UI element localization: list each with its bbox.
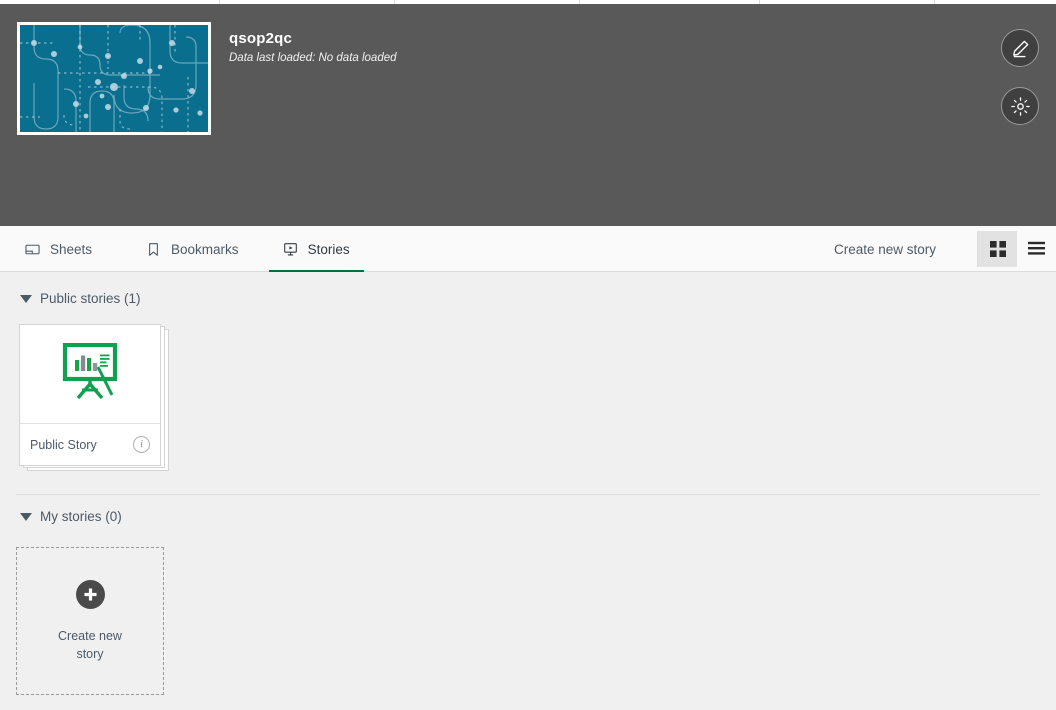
- section-public-stories[interactable]: Public stories (1): [20, 291, 141, 306]
- grid-view-button[interactable]: [978, 231, 1017, 267]
- chevron-down-icon: [20, 512, 32, 521]
- section-my-stories-label: My stories (0): [40, 509, 122, 524]
- story-card-footer: Public Story i: [20, 424, 160, 465]
- tab-bookmarks-label: Bookmarks: [171, 241, 239, 257]
- app-toolbar: Sheets Bookmarks Stories Create new stor…: [0, 226, 1056, 273]
- tab-sheets[interactable]: Sheets: [24, 226, 92, 272]
- tab-stories-label: Stories: [307, 241, 350, 257]
- story-card[interactable]: Public Story i: [19, 324, 161, 466]
- edit-app-button[interactable]: [1001, 29, 1039, 67]
- app-settings-button[interactable]: [1001, 87, 1039, 125]
- app-title: qsop2qc: [229, 30, 293, 47]
- grid-view-icon: [989, 241, 1006, 257]
- app-thumbnail-pattern: [20, 25, 208, 132]
- app-thumbnail: [17, 22, 211, 135]
- sheet-icon: [24, 241, 41, 258]
- section-public-stories-label: Public stories (1): [40, 291, 141, 306]
- list-view-icon: [1028, 241, 1045, 257]
- view-mode-toggle: [977, 231, 1056, 267]
- public-story-card-wrapper: Public Story i: [19, 324, 169, 472]
- tab-sheets-label: Sheets: [50, 241, 93, 257]
- list-view-button[interactable]: [1017, 231, 1056, 267]
- section-my-stories[interactable]: My stories (0): [20, 509, 122, 524]
- toolbar-tabs: Sheets Bookmarks Stories: [0, 226, 364, 273]
- create-new-story-card-label: Create new story: [58, 628, 122, 661]
- story-easel-icon: [58, 342, 122, 406]
- story-card-title: Public Story: [30, 437, 97, 452]
- edit-pencil-icon: [1010, 38, 1031, 59]
- app-header: qsop2qc Data last loaded: No data loaded: [0, 4, 1056, 226]
- app-data-status: Data last loaded: No data loaded: [229, 52, 397, 64]
- plus-circle-icon: [75, 579, 105, 609]
- stories-content: Public stories (1) Public Story i My sto…: [0, 272, 1056, 710]
- info-icon[interactable]: i: [133, 436, 150, 453]
- tab-bookmarks[interactable]: Bookmarks: [145, 226, 239, 272]
- settings-gear-icon: [1010, 96, 1031, 117]
- story-card-thumbnail: [20, 325, 160, 424]
- bookmark-icon: [145, 241, 162, 258]
- chevron-down-icon: [20, 294, 32, 303]
- section-divider: [16, 494, 1040, 495]
- story-icon: [282, 241, 299, 258]
- create-new-story-link[interactable]: Create new story: [834, 226, 936, 272]
- tab-stories[interactable]: Stories: [268, 226, 364, 273]
- create-new-story-card[interactable]: Create new story: [16, 547, 164, 695]
